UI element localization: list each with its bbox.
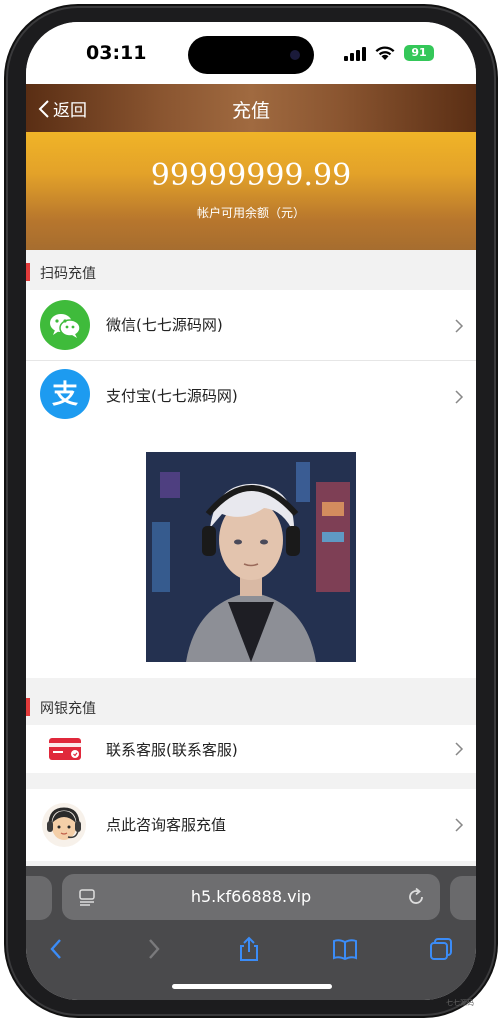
- tabs-icon[interactable]: [428, 936, 454, 962]
- section-accent-bar: [26, 698, 30, 716]
- previous-tab-preview[interactable]: [26, 876, 52, 920]
- wechat-icon: [40, 300, 90, 350]
- consult-customer-service[interactable]: 点此咨询客服充值: [26, 789, 476, 861]
- page-header: 返回 充值: [26, 84, 476, 132]
- alipay-icon: 支: [40, 369, 90, 419]
- payment-option-customer-service[interactable]: 联系客服(联系客服): [26, 725, 476, 773]
- balance-panel: 99999999.99 帐户可用余额（元）: [26, 132, 476, 250]
- chevron-right-icon: [455, 742, 464, 756]
- svg-text:支: 支: [52, 380, 78, 410]
- payment-option-alipay[interactable]: 支 支付宝(七七源码网): [26, 361, 476, 428]
- customer-service-icon: [42, 803, 86, 847]
- wifi-icon: [375, 46, 395, 60]
- battery-level: 91: [411, 46, 427, 59]
- chevron-right-icon: [455, 319, 464, 333]
- url-text: h5.kf66888.vip: [190, 887, 312, 906]
- payment-option-label: 微信(七七源码网): [106, 316, 223, 334]
- bank-card-icon: [49, 738, 81, 760]
- chevron-right-icon: [455, 818, 464, 832]
- consult-service-label: 点此咨询客服充值: [106, 816, 227, 834]
- qr-code-block: [26, 428, 476, 678]
- section-bank-recharge: 网银充值: [26, 689, 476, 725]
- page-title: 充值: [231, 100, 270, 122]
- bookmarks-icon[interactable]: [332, 936, 358, 962]
- share-icon[interactable]: [236, 936, 262, 962]
- watermark: 七七源码: [446, 999, 474, 1007]
- balance-label: 帐户可用余额（元）: [196, 206, 305, 220]
- screen: 03:11 91 返回 充值 99999999.99 帐户可用余额（元） 扫码充…: [26, 22, 476, 1000]
- qr-code-image: [146, 452, 356, 662]
- reload-icon[interactable]: [406, 887, 426, 907]
- section-scan-recharge: 扫码充值: [26, 254, 476, 290]
- payment-option-label: 联系客服(联系客服): [106, 741, 238, 759]
- address-bar[interactable]: h5.kf66888.vip: [62, 874, 440, 920]
- section-title: 扫码充值: [40, 266, 96, 282]
- forward-navigation-icon[interactable]: [140, 936, 166, 962]
- section-title: 网银充值: [40, 701, 96, 717]
- section-accent-bar: [26, 263, 30, 281]
- payment-option-wechat[interactable]: 微信(七七源码网): [26, 290, 476, 360]
- back-navigation-icon[interactable]: [44, 936, 70, 962]
- next-tab-preview[interactable]: [450, 876, 476, 920]
- battery-indicator: 91: [404, 45, 434, 61]
- browser-toolbar: h5.kf66888.vip: [26, 866, 476, 1000]
- chevron-right-icon: [455, 390, 464, 404]
- status-bar: 03:11 91: [26, 22, 476, 84]
- front-camera: [290, 50, 300, 60]
- payment-option-label: 支付宝(七七源码网): [106, 387, 238, 405]
- home-indicator: [172, 984, 332, 989]
- balance-amount: 99999999.99: [150, 158, 352, 193]
- cellular-signal-icon: [344, 47, 366, 61]
- status-time: 03:11: [86, 42, 147, 64]
